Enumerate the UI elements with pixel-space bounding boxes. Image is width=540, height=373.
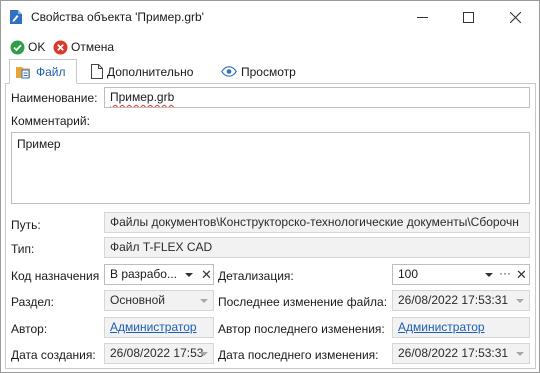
folder-file-icon (16, 66, 30, 78)
section-label: Раздел: (11, 295, 54, 309)
cancel-button[interactable]: Отмена (53, 37, 114, 57)
purpose-label: Код назначения (11, 269, 100, 283)
clear-icon[interactable]: ✕ (516, 268, 527, 282)
document-icon (9, 9, 23, 25)
tab-preview[interactable]: Просмотр (215, 59, 296, 84)
tab-file[interactable]: Файл (9, 59, 77, 84)
name-value: Пример.grb (110, 90, 175, 104)
tab-preview-label: Просмотр (241, 64, 296, 79)
comment-value: Пример (17, 137, 61, 151)
last-change-author-label: Автор последнего изменения: (218, 322, 385, 336)
eye-icon (221, 66, 237, 77)
chevron-down-icon[interactable] (200, 352, 208, 356)
author-link[interactable]: Администратор (110, 320, 197, 334)
properties-dialog: Свойства объекта 'Пример.grb' OK Отмена … (0, 0, 540, 373)
last-change-date-label: Дата последнего изменения: (218, 348, 379, 362)
close-button[interactable] (492, 1, 538, 34)
more-icon[interactable]: ··· (499, 266, 511, 280)
path-value: Файлы документов\Конструкторско-технолог… (110, 215, 519, 229)
chevron-down-icon[interactable] (485, 273, 493, 277)
last-change-date-value: 26/08/2022 17:53:31 (398, 346, 509, 360)
last-change-author-field[interactable]: Администратор (392, 317, 530, 338)
close-icon (509, 12, 521, 23)
maximize-button[interactable] (445, 1, 491, 34)
tab-additional-label: Дополнительно (107, 64, 194, 79)
check-icon (10, 40, 25, 54)
title-bar[interactable]: Свойства объекта 'Пример.grb' (1, 1, 539, 34)
type-value: Файл T-FLEX CAD (110, 240, 213, 254)
detail-value: 100 (398, 267, 419, 281)
chevron-down-icon[interactable] (516, 352, 524, 356)
purpose-value: В разрабо... (110, 267, 177, 281)
type-label: Тип: (11, 242, 35, 256)
window-title: Свойства объекта 'Пример.grb' (31, 10, 204, 24)
purpose-select[interactable]: В разрабо... ✕ (104, 264, 214, 285)
name-label: Наименование: (11, 91, 98, 105)
created-label: Дата создания: (11, 348, 96, 362)
path-label: Путь: (11, 218, 41, 232)
created-value: 26/08/2022 17:53 (110, 346, 204, 360)
cancel-icon (53, 40, 68, 54)
path-field[interactable]: Файлы документов\Конструкторско-технолог… (104, 212, 530, 233)
tab-strip: Файл Дополнительно Просмотр (1, 59, 539, 84)
author-label: Автор: (11, 322, 48, 336)
last-file-change-label: Последнее изменение файла: (218, 295, 388, 309)
minimize-icon (416, 17, 428, 18)
detail-select[interactable]: 100 ··· ✕ (392, 264, 530, 285)
chevron-down-icon[interactable] (516, 299, 524, 303)
last-change-date-field[interactable]: 26/08/2022 17:53:31 (392, 343, 530, 364)
clear-icon[interactable]: ✕ (201, 268, 212, 282)
last-file-change-field[interactable]: 26/08/2022 17:53:31 (392, 290, 530, 311)
maximize-icon (462, 12, 474, 23)
name-input[interactable]: Пример.grb (104, 87, 530, 108)
chevron-down-icon[interactable] (200, 299, 208, 303)
cancel-label: Отмена (71, 40, 115, 54)
author-field[interactable]: Администратор (104, 317, 214, 338)
created-field[interactable]: 26/08/2022 17:53 (104, 343, 214, 364)
tab-file-label: Файл (36, 64, 66, 79)
section-value: Основной (110, 293, 166, 307)
comment-textarea[interactable]: Пример (11, 132, 530, 204)
comment-label: Комментарий: (11, 114, 90, 128)
chevron-down-icon[interactable] (185, 273, 193, 277)
minimize-button[interactable] (399, 1, 445, 34)
section-select[interactable]: Основной (104, 290, 214, 311)
last-file-change-value: 26/08/2022 17:53:31 (398, 293, 509, 307)
type-field[interactable]: Файл T-FLEX CAD (104, 237, 530, 258)
tab-additional[interactable]: Дополнительно (85, 59, 193, 84)
detail-label: Детализация: (218, 269, 294, 283)
action-toolbar: OK Отмена (1, 36, 539, 58)
page-icon (91, 64, 103, 79)
ok-button[interactable]: OK (10, 37, 45, 57)
ok-label: OK (28, 40, 46, 54)
last-change-author-link[interactable]: Администратор (398, 320, 485, 334)
